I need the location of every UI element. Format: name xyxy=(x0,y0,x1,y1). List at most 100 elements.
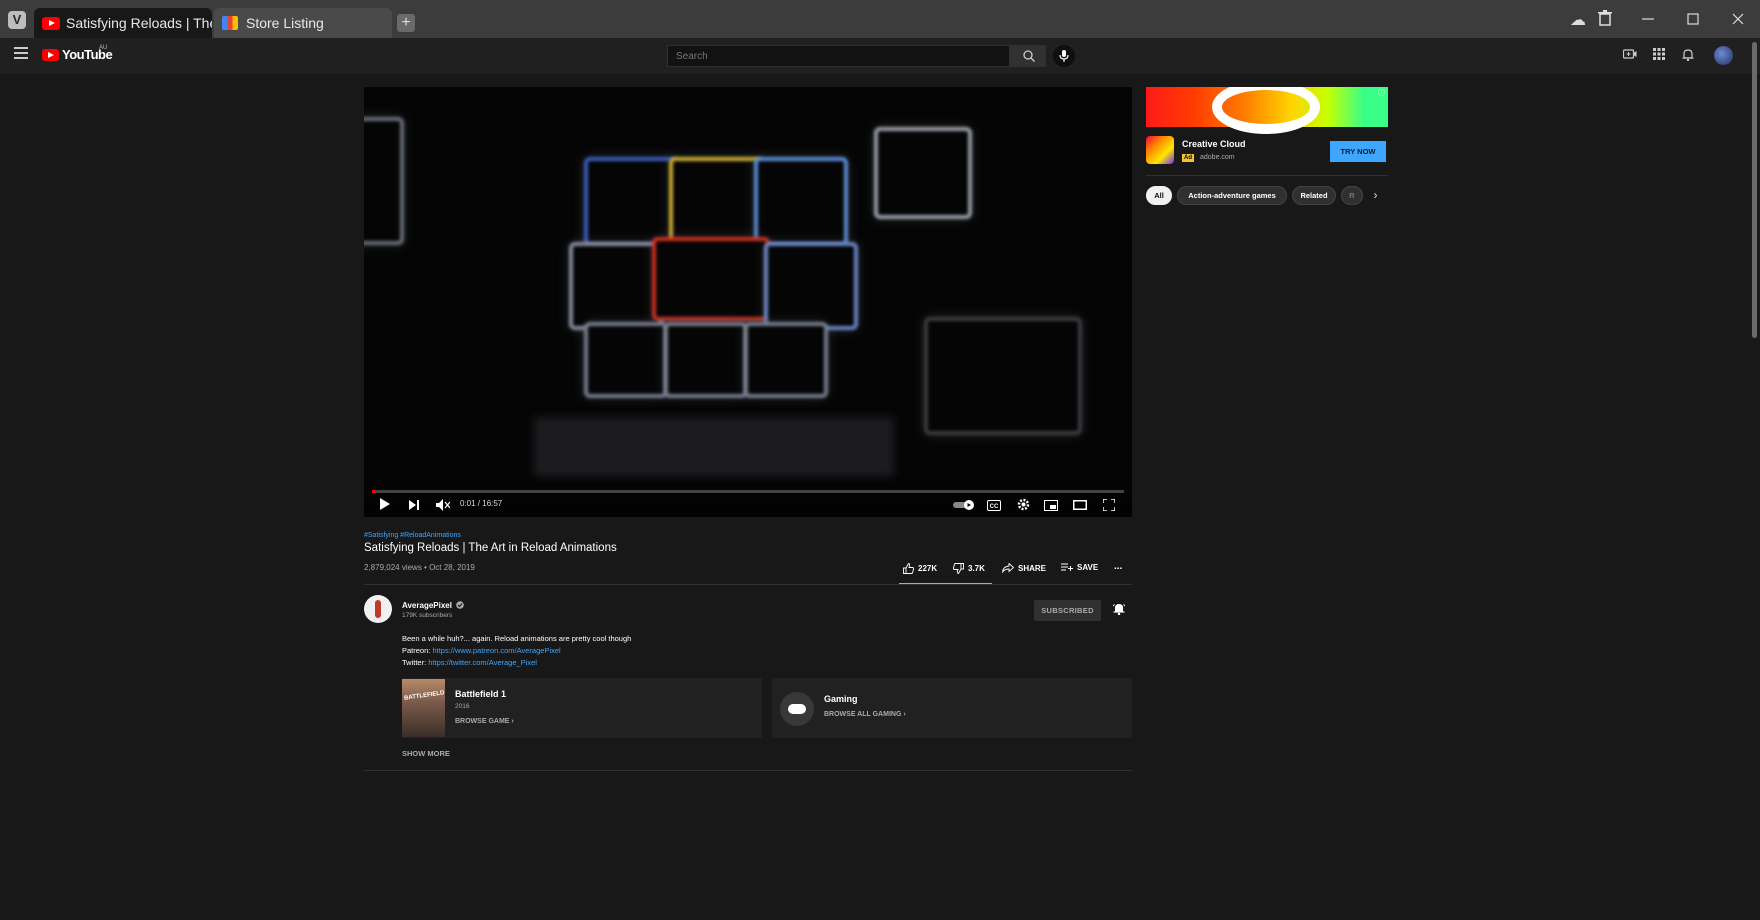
minimize-icon-svg xyxy=(1642,18,1654,20)
ad-title[interactable]: Creative Cloud xyxy=(1182,139,1246,149)
browse-all-gaming-link[interactable]: BROWSE ALL GAMING › xyxy=(824,711,906,718)
settings-icon[interactable] xyxy=(1016,497,1030,513)
play-icon[interactable] xyxy=(378,497,392,513)
play-icon-svg xyxy=(380,498,390,510)
twitter-line: Twitter: https://twitter.com/Average_Pix… xyxy=(402,658,537,667)
like-button[interactable]: 227K xyxy=(903,563,937,574)
video-player[interactable] xyxy=(364,87,1132,517)
chevron-right-icon[interactable]: › xyxy=(1366,186,1385,205)
browse-game-link[interactable]: BROWSE GAME › xyxy=(455,718,514,725)
progress-fill xyxy=(372,490,375,493)
mute-icon[interactable] xyxy=(436,497,451,513)
game-thumbnail[interactable] xyxy=(402,679,445,737)
next-icon[interactable] xyxy=(407,497,421,513)
minimize-icon[interactable] xyxy=(1637,10,1659,32)
notifications-icon[interactable] xyxy=(1680,48,1696,64)
patreon-line: Patreon: https://www.patreon.com/Average… xyxy=(402,646,561,655)
thumbs-up-icon xyxy=(903,563,914,574)
floor xyxy=(534,417,894,477)
crt-monitor xyxy=(744,322,828,398)
save-button[interactable]: SAVE xyxy=(1061,563,1098,572)
youtube-logo-icon[interactable] xyxy=(42,49,59,61)
game-year: 2016 xyxy=(455,703,470,710)
ad-domain: adobe.com xyxy=(1200,154,1235,161)
browser-tab-youtube[interactable]: Satisfying Reloads | The Art xyxy=(34,8,212,38)
crt-monitor xyxy=(584,322,668,398)
autoplay-toggle-svg xyxy=(953,500,974,510)
create-icon[interactable] xyxy=(1622,48,1638,64)
game-title: Battlefield 1 xyxy=(455,689,507,699)
chip-partial[interactable]: R xyxy=(1341,186,1363,205)
hashtags-link[interactable]: #Satisfying #ReloadAnimations xyxy=(364,532,461,539)
save-playlist-icon xyxy=(1061,563,1073,571)
chip-action-adventure[interactable]: Action-adventure games xyxy=(1177,186,1287,205)
new-tab-button[interactable]: + xyxy=(397,14,415,32)
chevron-right-icon: › xyxy=(511,718,514,725)
crt-monitor xyxy=(764,242,858,330)
crt-monitor xyxy=(664,322,748,398)
theater-icon[interactable] xyxy=(1073,497,1087,513)
divider xyxy=(1146,175,1388,176)
dislike-button[interactable]: 3.7K xyxy=(953,563,985,574)
share-button[interactable]: SHARE xyxy=(1002,563,1046,573)
browse-all-gaming-label: BROWSE ALL GAMING xyxy=(824,711,902,718)
share-icon xyxy=(1002,563,1014,573)
miniplayer-icon[interactable] xyxy=(1044,497,1058,513)
apps-icon[interactable] xyxy=(1651,48,1667,64)
browser-logo-icon[interactable]: V xyxy=(8,11,26,29)
maximize-icon-svg xyxy=(1687,13,1699,25)
crt-monitor xyxy=(669,157,763,247)
browse-game-label: BROWSE GAME xyxy=(455,718,510,725)
captions-icon[interactable]: CC xyxy=(987,497,1001,513)
close-icon[interactable] xyxy=(1727,10,1749,32)
autoplay-toggle[interactable] xyxy=(953,497,975,513)
chip-all[interactable]: All xyxy=(1146,186,1172,205)
browser-tab-store-listing[interactable]: Store Listing xyxy=(214,8,392,38)
trash-icon-svg xyxy=(1598,10,1612,26)
ad-app-icon[interactable] xyxy=(1146,136,1174,164)
trash-icon[interactable] xyxy=(1594,10,1616,32)
subscribe-button[interactable]: SUBSCRIBED xyxy=(1034,600,1101,621)
cloud-icon[interactable]: ☁ xyxy=(1567,10,1589,32)
country-code: AU xyxy=(99,45,108,51)
gear-icon xyxy=(1017,498,1029,511)
dislike-count: 3.7K xyxy=(968,564,985,573)
notification-bell-icon[interactable] xyxy=(1112,602,1126,616)
fullscreen-icon[interactable] xyxy=(1102,497,1116,513)
try-now-button[interactable]: TRY NOW xyxy=(1330,141,1386,162)
topic-card[interactable] xyxy=(772,678,1132,738)
video-title: Satisfying Reloads | The Art in Reload A… xyxy=(364,542,617,554)
topic-title: Gaming xyxy=(824,694,858,704)
maximize-icon[interactable] xyxy=(1682,10,1704,32)
svg-text:CC: CC xyxy=(990,504,999,510)
search-input[interactable] xyxy=(667,45,1010,67)
time-display: 0:01 / 16:57 xyxy=(460,499,503,508)
description-line: Been a while huh?... again. Reload anima… xyxy=(402,634,632,643)
channel-avatar[interactable] xyxy=(364,595,392,623)
chip-related[interactable]: Related xyxy=(1292,186,1336,205)
thumbs-down-icon xyxy=(953,563,964,574)
creative-cloud-logo-icon xyxy=(1212,87,1320,134)
subscriber-count: 179K subscribers xyxy=(402,612,453,619)
menu-icon[interactable] xyxy=(14,47,28,59)
patreon-link[interactable]: https://www.patreon.com/AveragePixel xyxy=(432,646,560,655)
divider xyxy=(364,584,1132,585)
search-button[interactable] xyxy=(1010,45,1046,67)
show-more-button[interactable]: SHOW MORE xyxy=(402,749,450,758)
avatar[interactable] xyxy=(1714,46,1733,65)
crt-monitor xyxy=(924,317,1082,435)
more-actions-button[interactable]: ... xyxy=(1114,561,1122,572)
ad-info-icon[interactable]: ⓘ xyxy=(1378,88,1385,98)
crt-monitor xyxy=(652,237,770,321)
twitter-link[interactable]: https://twitter.com/Average_Pixel xyxy=(428,658,537,667)
progress-bar[interactable] xyxy=(372,490,1124,493)
mic-button[interactable] xyxy=(1053,45,1075,67)
youtube-favicon-icon xyxy=(42,16,60,30)
crt-monitor xyxy=(874,127,972,219)
tab-title: Satisfying Reloads | The Art xyxy=(66,15,212,31)
miniplayer-icon-svg xyxy=(1044,500,1058,511)
ad-badge: Ad xyxy=(1182,154,1194,162)
page-scrollbar[interactable] xyxy=(1752,42,1757,338)
fullscreen-icon-svg xyxy=(1102,498,1116,512)
channel-name[interactable]: AveragePixel xyxy=(402,601,465,610)
